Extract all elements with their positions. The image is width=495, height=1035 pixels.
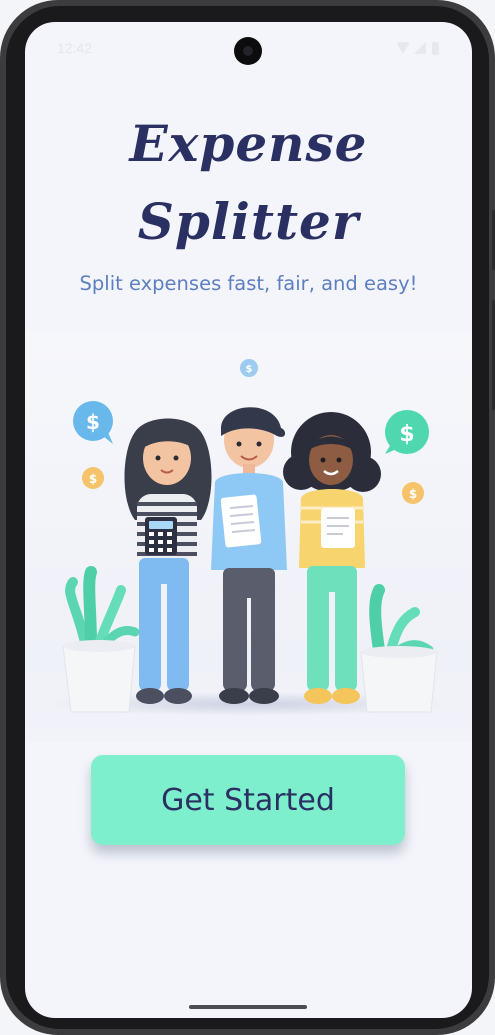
hero-illustration: $ $ $ $ $ — [25, 332, 472, 742]
wifi-icon — [396, 42, 410, 54]
status-icons — [396, 42, 442, 56]
svg-text:$: $ — [399, 422, 414, 447]
receipt-icon — [220, 494, 262, 548]
app-title-line-2: Splitter — [137, 192, 360, 251]
coin-icon: $ — [402, 482, 424, 504]
app-title-line-1: Expense — [129, 114, 368, 173]
phone-frame: 12:42 Expense Splitter Split expenses fa… — [0, 0, 495, 1035]
dollar-bubble-icon: $ — [73, 401, 113, 444]
coin-icon: $ — [240, 359, 258, 377]
plant-left — [62, 566, 140, 713]
svg-text:$: $ — [89, 472, 97, 486]
dollar-bubble-icon: $ — [385, 410, 429, 454]
front-camera — [234, 37, 262, 65]
battery-icon — [432, 42, 439, 55]
app-screen: 12:42 Expense Splitter Split expenses fa… — [25, 22, 472, 1018]
plant-right — [360, 584, 438, 713]
status-bar: 12:42 — [25, 22, 472, 78]
svg-text:$: $ — [86, 410, 100, 434]
home-indicator[interactable] — [189, 1005, 307, 1009]
coin-icon: $ — [82, 467, 104, 489]
person-left — [124, 418, 212, 704]
signal-icon — [414, 42, 426, 54]
people-illustration: $ $ $ $ $ — [48, 359, 448, 716]
tagline: Split expenses fast, fair, and easy! — [79, 272, 418, 295]
status-time: 12:42 — [57, 40, 93, 56]
receipt-icon — [321, 508, 355, 548]
person-middle — [211, 407, 287, 704]
svg-text:$: $ — [409, 487, 417, 501]
get-started-button[interactable]: Get Started — [91, 755, 405, 845]
svg-text:$: $ — [246, 364, 253, 375]
